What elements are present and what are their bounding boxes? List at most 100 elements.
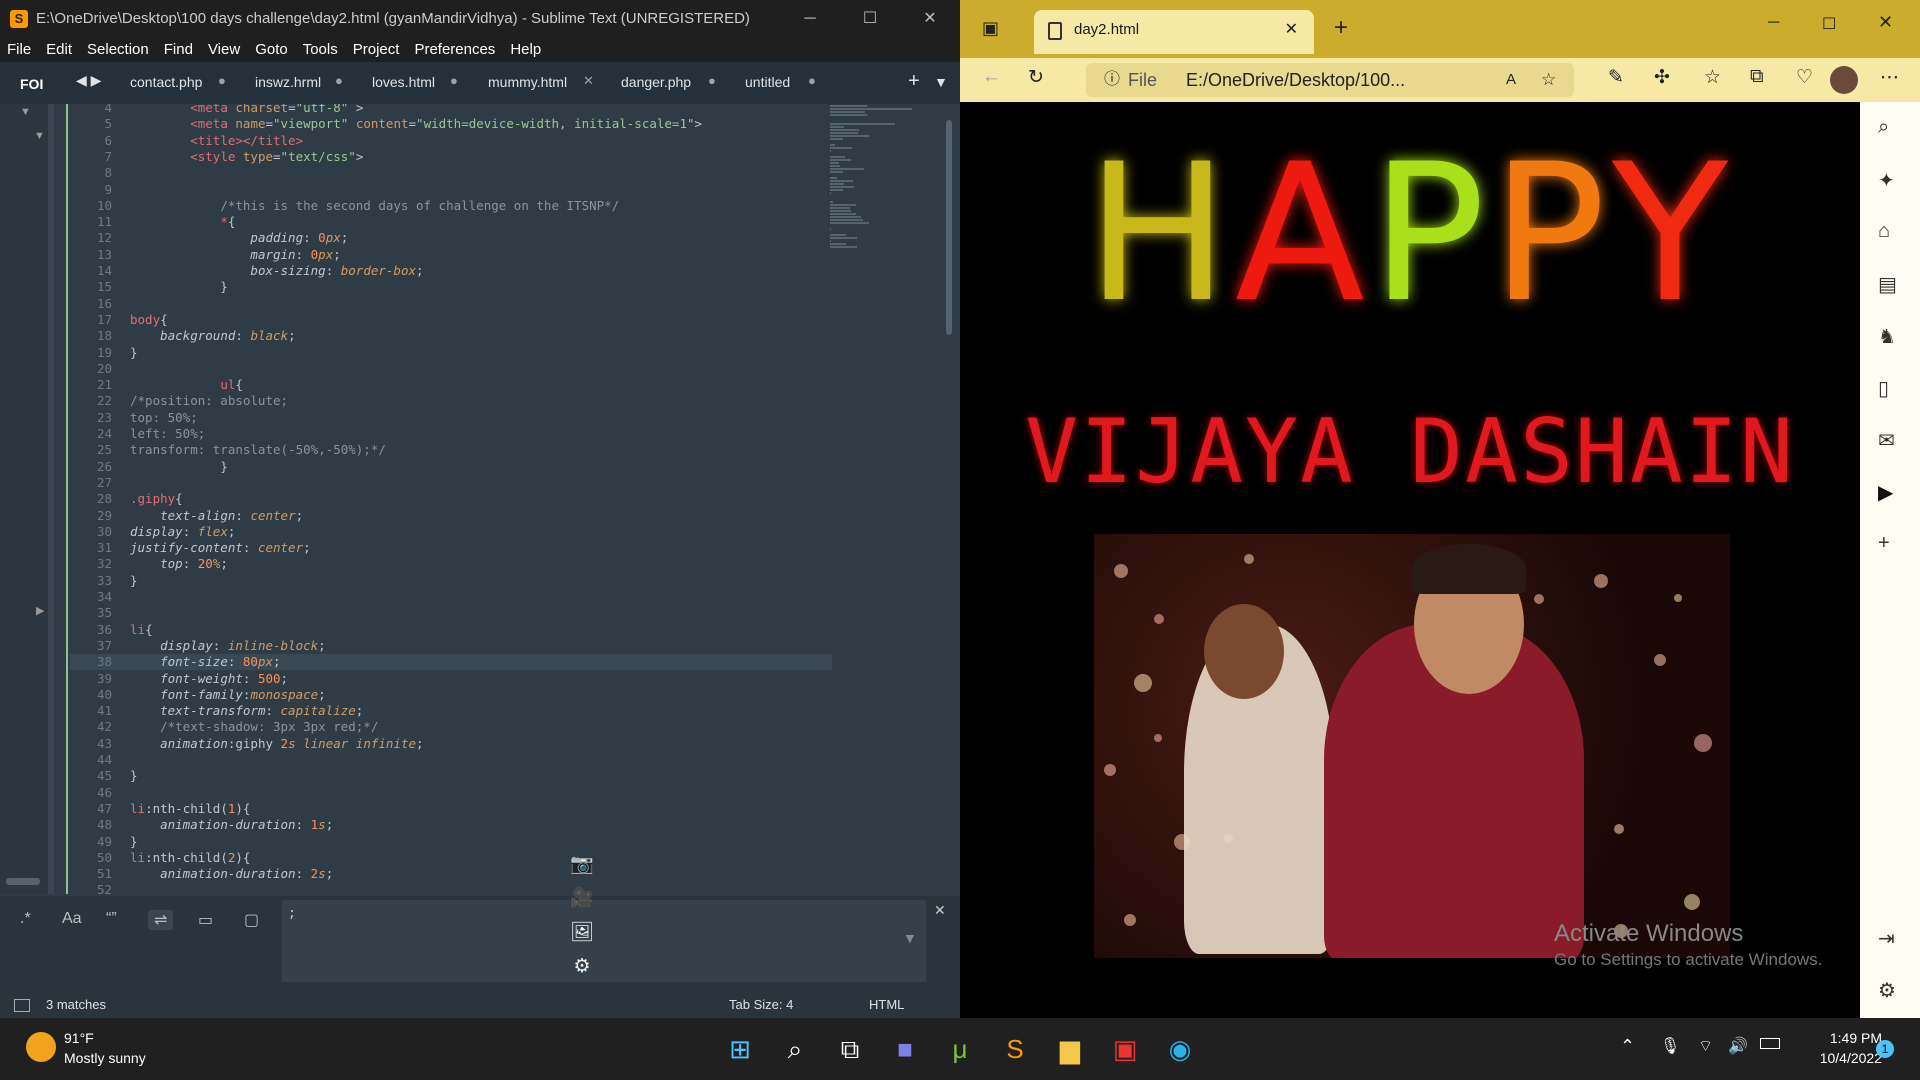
minimize-icon[interactable]: ─ xyxy=(780,0,840,38)
tab-file[interactable]: untitled xyxy=(745,74,790,90)
code-line[interactable]: 32 top: 20%; xyxy=(70,556,832,572)
games-icon[interactable]: ♞ xyxy=(1878,324,1896,349)
code-line[interactable]: 6 <title></title> xyxy=(70,133,832,149)
editor-scrollbar[interactable] xyxy=(946,120,952,335)
code-line[interactable]: 35 xyxy=(70,605,832,621)
shopping-tag-icon[interactable]: ⌂ xyxy=(1878,220,1890,243)
menu-item-find[interactable]: Find xyxy=(164,41,193,58)
code-line[interactable]: 16 xyxy=(70,296,832,312)
settings-gear-icon[interactable]: ⚙ xyxy=(565,950,599,984)
code-line[interactable]: 33} xyxy=(70,573,832,589)
code-line[interactable]: 21 ul{ xyxy=(70,377,832,393)
code-line[interactable]: 34 xyxy=(70,589,832,605)
minimize-icon[interactable]: ─ xyxy=(1768,14,1779,32)
sidebar-divider[interactable] xyxy=(48,104,54,894)
tab-file[interactable]: loves.html xyxy=(372,74,435,90)
regex-toggle[interactable]: .* xyxy=(20,910,31,928)
code-line[interactable]: 27 xyxy=(70,475,832,491)
teams-chat-icon[interactable]: ■ xyxy=(888,1032,922,1066)
code-line[interactable]: 47 li:nth-child(1){ xyxy=(70,801,832,817)
highlight-toggle[interactable]: ▢ xyxy=(244,910,259,930)
volume-icon[interactable]: 🔊 xyxy=(1728,1036,1748,1056)
address-bar[interactable]: ⓘ File E:/OneDrive/Desktop/100... A ☆ xyxy=(1086,63,1574,97)
code-line[interactable]: 24 left: 50%; xyxy=(70,426,832,442)
code-line[interactable]: 14 box-sizing: border-box; xyxy=(70,263,832,279)
sublime-taskbar-icon[interactable]: S xyxy=(998,1032,1032,1066)
edge-taskbar-icon[interactable]: ◉ xyxy=(1163,1032,1197,1066)
menu-item-file[interactable]: File xyxy=(7,41,31,58)
heart-icon[interactable]: ♡ xyxy=(1796,66,1813,89)
code-line[interactable]: 37 display: inline-block; xyxy=(70,638,832,654)
code-editor[interactable]: 4 <meta charset="utf-8" >5 <meta name="v… xyxy=(70,104,832,894)
menu-item-preferences[interactable]: Preferences xyxy=(414,41,495,58)
folder-expand-icon[interactable]: ▼ xyxy=(20,106,31,118)
tab-file[interactable]: contact.php xyxy=(130,74,202,90)
find-input[interactable]: ; xyxy=(282,900,926,982)
close-tab-icon[interactable]: ✕ xyxy=(583,73,594,89)
gallery-icon[interactable]: 🖼 xyxy=(565,916,599,950)
code-line[interactable]: 10 /*this is the second days of challeng… xyxy=(70,198,832,214)
office-icon[interactable]: ▯ xyxy=(1878,376,1889,401)
menu-item-tools[interactable]: Tools xyxy=(303,41,338,58)
subfolder-expand-icon[interactable]: ▼ xyxy=(34,130,45,142)
code-line[interactable]: 5 <meta name="viewport" content="width=d… xyxy=(70,116,832,132)
code-line[interactable]: 18 background: black; xyxy=(70,328,832,344)
search-icon[interactable]: ⌕ xyxy=(778,1032,812,1066)
menu-item-edit[interactable]: Edit xyxy=(46,41,72,58)
find-history-icon[interactable]: ▼ xyxy=(903,930,917,946)
new-tab-icon[interactable]: + xyxy=(908,70,920,93)
windows-start-icon[interactable]: ⊞ xyxy=(723,1032,757,1066)
camera-icon[interactable]: 📷 xyxy=(565,848,599,882)
close-tab-icon[interactable]: ✕ xyxy=(1285,10,1298,50)
code-line[interactable]: 20 xyxy=(70,361,832,377)
microphone-icon[interactable]: 🎙 xyxy=(1660,1036,1680,1056)
unsaved-dot-icon[interactable]: ● xyxy=(218,73,226,88)
task-view-icon[interactable]: ⧉ xyxy=(833,1032,867,1066)
utorrent-icon[interactable]: μ xyxy=(943,1032,977,1066)
code-line[interactable]: 19} xyxy=(70,345,832,361)
unsaved-dot-icon[interactable]: ● xyxy=(335,73,343,88)
tab-nav-arrows[interactable]: ◀ ▶ xyxy=(76,72,101,89)
tab-list-icon[interactable]: ▼ xyxy=(934,74,948,90)
menu-item-help[interactable]: Help xyxy=(510,41,541,58)
code-line[interactable]: 11 *{ xyxy=(70,214,832,230)
code-line[interactable]: 29 text-align: center; xyxy=(70,508,832,524)
code-line[interactable]: 42 /*text-shadow: 3px 3px red;*/ xyxy=(70,719,832,735)
search-icon[interactable]: ⌕ xyxy=(1878,116,1889,139)
sidebar-scrollbar[interactable] xyxy=(6,878,40,885)
sidebar-settings-icon[interactable]: ⚙ xyxy=(1878,978,1896,1003)
close-window-icon[interactable]: ✕ xyxy=(1878,12,1893,33)
browser-tab[interactable]: day2.html ✕ xyxy=(1034,10,1314,54)
discover-icon[interactable]: ✦ xyxy=(1878,168,1895,193)
battery-icon[interactable] xyxy=(1760,1038,1780,1049)
extensions-icon[interactable]: ✣ xyxy=(1654,66,1670,89)
unsaved-dot-icon[interactable]: ● xyxy=(450,73,458,88)
collections-icon[interactable]: ⧉ xyxy=(1750,66,1764,88)
refresh-icon[interactable]: ↻ xyxy=(1028,66,1044,89)
code-line[interactable]: 28 .giphy{ xyxy=(70,491,832,507)
weather-desc[interactable]: Mostly sunny xyxy=(64,1050,146,1066)
menu-item-selection[interactable]: Selection xyxy=(87,41,149,58)
code-line[interactable]: 4 <meta charset="utf-8" > xyxy=(70,104,832,116)
tab-actions-icon[interactable]: ▣ xyxy=(982,18,999,39)
recorder-icon[interactable]: ▣ xyxy=(1108,1032,1142,1066)
code-line[interactable]: 52 xyxy=(70,882,832,894)
code-line[interactable]: 38 font-size: 80px; xyxy=(70,654,832,671)
info-icon[interactable]: ⓘ xyxy=(1104,63,1120,97)
back-icon[interactable]: ← xyxy=(982,66,1001,88)
clock-date[interactable]: 10/4/2022 xyxy=(1796,1050,1882,1066)
unsaved-dot-icon[interactable]: ● xyxy=(708,73,716,88)
add-sidebar-icon[interactable]: + xyxy=(1878,532,1890,555)
maximize-icon[interactable]: ☐ xyxy=(840,0,900,38)
tab-file[interactable]: mummy.html xyxy=(488,74,567,90)
in-selection-toggle[interactable]: ▭ xyxy=(198,910,213,930)
code-line[interactable]: 17 body{ xyxy=(70,312,832,328)
code-line[interactable]: 7 <style type="text/css"> xyxy=(70,149,832,165)
maximize-icon[interactable]: ☐ xyxy=(1822,14,1836,34)
code-line[interactable]: 26 } xyxy=(70,459,832,475)
panel-toggle-icon[interactable] xyxy=(14,999,30,1012)
profile-avatar[interactable] xyxy=(1830,66,1858,94)
more-menu-icon[interactable]: ⋯ xyxy=(1880,66,1899,89)
minimap[interactable] xyxy=(830,104,940,434)
video-icon[interactable]: 🎥 xyxy=(565,882,599,916)
